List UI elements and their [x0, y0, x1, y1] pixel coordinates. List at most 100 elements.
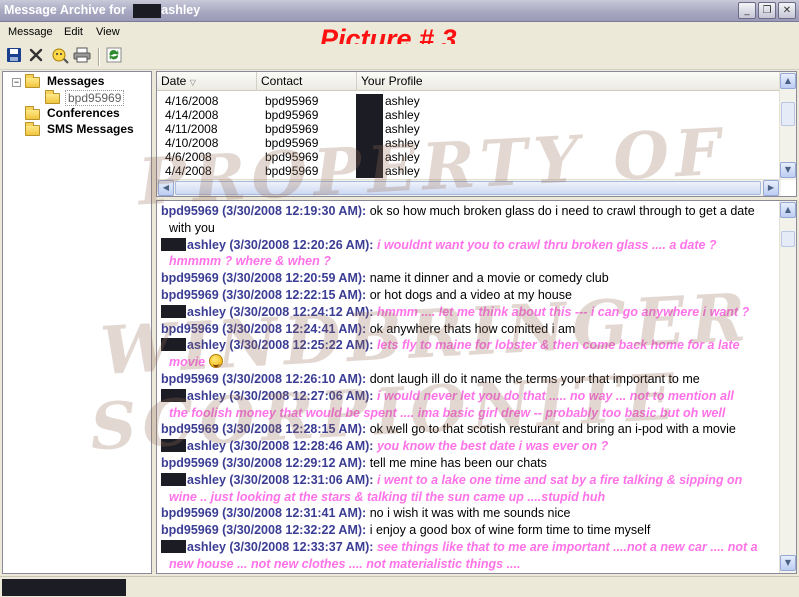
- close-button[interactable]: ✕: [778, 2, 796, 19]
- tree-expander[interactable]: −: [12, 78, 21, 87]
- message-text: see things like that to me are important…: [376, 540, 758, 554]
- message-meta: ashley (3/30/2008 12:33:37 AM):: [187, 540, 374, 554]
- redacted-name: [161, 540, 186, 553]
- conversation-pane: bpd95969 (3/30/2008 12:19:30 AM): ok so …: [156, 200, 797, 574]
- message-meta: bpd95969 (3/30/2008 12:31:41 AM):: [161, 506, 367, 521]
- message-text: ok anywhere thats how comitted i am: [369, 321, 576, 336]
- redacted-name: [356, 136, 383, 150]
- list-vertical-scrollbar[interactable]: ▲ ▼: [779, 72, 796, 180]
- message-entry: bpd95969 (3/30/2008 12:26:10 AM): dont l…: [161, 371, 777, 388]
- message-text: i would never let you do that ..... no w…: [376, 388, 734, 403]
- redacted-name: [356, 94, 383, 108]
- tree-item-messages[interactable]: Messages: [47, 74, 104, 88]
- table-row[interactable]: 4/6/2008 bpd95969 ashley: [157, 150, 781, 164]
- toolbar-separator: [98, 48, 100, 66]
- message-meta: bpd95969 (3/30/2008 12:29:12 AM):: [161, 456, 367, 470]
- window-controls: _ ❐ ✕: [738, 2, 796, 19]
- scroll-left-button[interactable]: ◀: [158, 180, 174, 196]
- redacted-name: [161, 338, 186, 352]
- table-row[interactable]: 4/14/2008 bpd95969 ashley: [157, 108, 781, 122]
- save-icon[interactable]: [4, 47, 24, 67]
- redacted-name: [161, 388, 186, 402]
- row-date: 4/4/2008: [165, 164, 212, 178]
- message-meta: bpd95969 (3/30/2008 12:32:22 AM):: [161, 523, 367, 538]
- scroll-up-button[interactable]: ▲: [780, 202, 796, 218]
- menu-edit[interactable]: Edit: [64, 26, 83, 38]
- column-your-profile[interactable]: Your Profile: [357, 72, 781, 91]
- row-date: 4/10/2008: [165, 136, 219, 150]
- scroll-up-button[interactable]: ▲: [780, 73, 796, 89]
- table-row[interactable]: 4/4/2008 bpd95969 ashley: [157, 164, 781, 178]
- message-entry: ashley (3/30/2008 12:24:12 AM): hmmm ...…: [161, 304, 777, 321]
- table-row[interactable]: 4/11/2008 bpd95969 ashley: [157, 122, 781, 136]
- scroll-down-button[interactable]: ▼: [780, 555, 796, 571]
- scroll-right-button[interactable]: ▶: [763, 180, 779, 196]
- redacted-name: [161, 472, 186, 486]
- folder-icon: [25, 122, 40, 136]
- message-entry: bpd95969 (3/30/2008 12:20:59 AM): name i…: [161, 270, 777, 287]
- message-text-continued: movie: [161, 354, 777, 371]
- scroll-down-button[interactable]: ▼: [780, 162, 796, 178]
- row-date: 4/16/2008: [165, 94, 219, 108]
- table-row[interactable]: 4/16/2008 bpd95969 ashley: [157, 94, 781, 108]
- message-text-continued: with you: [169, 220, 215, 235]
- row-profile: ashley: [385, 164, 420, 178]
- toolbar: [0, 44, 799, 70]
- minimize-button[interactable]: _: [738, 2, 756, 19]
- folder-icon: [45, 90, 60, 104]
- scroll-thumb[interactable]: [781, 102, 795, 126]
- table-row[interactable]: 4/10/2008 bpd95969 ashley: [157, 136, 781, 150]
- tree-item-sms-messages[interactable]: SMS Messages: [47, 122, 134, 136]
- menu-view[interactable]: View: [96, 26, 120, 38]
- folder-tree: − Messages bpd95969 Conferences SMS Mess…: [2, 71, 152, 574]
- folder-icon: [25, 74, 40, 88]
- redacted-name: [161, 439, 186, 453]
- message-entry: ashley (3/30/2008 12:33:37 AM): see thin…: [161, 539, 777, 573]
- window-title-prefix: Message Archive for: [4, 3, 126, 17]
- message-text: hmmm .... let me think about this --- i …: [376, 304, 750, 319]
- tree-item-contact[interactable]: bpd95969: [65, 90, 125, 106]
- message-text-continued: wine .. just looking at the stars & talk…: [169, 489, 606, 504]
- menu-message[interactable]: Message: [8, 26, 53, 38]
- redacted-name: [356, 150, 383, 164]
- message-meta: ashley (3/30/2008 12:31:06 AM):: [187, 472, 374, 487]
- laughing-emoji-icon: [208, 354, 223, 369]
- print-icon[interactable]: [72, 47, 92, 67]
- row-date: 4/14/2008: [165, 108, 219, 122]
- message-list: Date ▽ Contact Your Profile 4/16/2008 bpd…: [156, 71, 797, 197]
- message-text: i went to a lake one time and sat by a f…: [376, 472, 743, 487]
- row-profile: ashley: [385, 150, 420, 164]
- restore-button[interactable]: ❐: [758, 2, 776, 19]
- search-person-icon[interactable]: [50, 47, 70, 67]
- message-entry: ashley (3/30/2008 12:31:06 AM): i went t…: [161, 472, 777, 506]
- list-header: Date ▽ Contact Your Profile: [157, 72, 781, 91]
- redacted-name: [356, 122, 383, 136]
- redacted-name: [161, 237, 186, 251]
- refresh-icon[interactable]: [104, 47, 124, 67]
- status-bar: [0, 576, 799, 597]
- column-contact[interactable]: Contact: [257, 72, 357, 91]
- message-text: tell me mine has been our chats: [369, 456, 547, 470]
- message-text-continued: the foolish money that would be spent ..…: [169, 405, 726, 420]
- window-title: Message Archive for ashley: [4, 3, 200, 18]
- message-entry: bpd95969 (3/30/2008 12:29:12 AM): tell m…: [161, 455, 777, 472]
- tree-item-conferences[interactable]: Conferences: [47, 106, 120, 120]
- row-profile: ashley: [385, 94, 420, 108]
- column-date[interactable]: Date ▽: [157, 72, 257, 91]
- list-horizontal-scrollbar[interactable]: ◀ ▶: [157, 179, 781, 196]
- folder-icon: [25, 106, 40, 120]
- scroll-thumb[interactable]: [781, 231, 795, 247]
- status-redacted: [2, 579, 126, 596]
- row-contact: bpd95969: [265, 150, 319, 164]
- message-meta: bpd95969 (3/30/2008 12:24:41 AM):: [161, 321, 367, 336]
- horizontal-scroll-thumb[interactable]: [175, 181, 761, 195]
- delete-icon[interactable]: [26, 47, 46, 67]
- message-entry: bpd95969 (3/30/2008 12:22:15 AM): or hot…: [161, 287, 777, 304]
- message-entry: bpd95969 (3/30/2008 12:19:30 AM): ok so …: [161, 203, 777, 237]
- row-profile: ashley: [385, 108, 420, 122]
- row-date: 4/11/2008: [165, 122, 218, 136]
- conversation-scrollbar[interactable]: ▲ ▼: [779, 201, 796, 573]
- message-entry: ashley (3/30/2008 12:20:26 AM): i wouldn…: [161, 237, 777, 271]
- row-contact: bpd95969: [265, 164, 319, 178]
- message-text: no i wish it was with me sounds nice: [369, 506, 571, 521]
